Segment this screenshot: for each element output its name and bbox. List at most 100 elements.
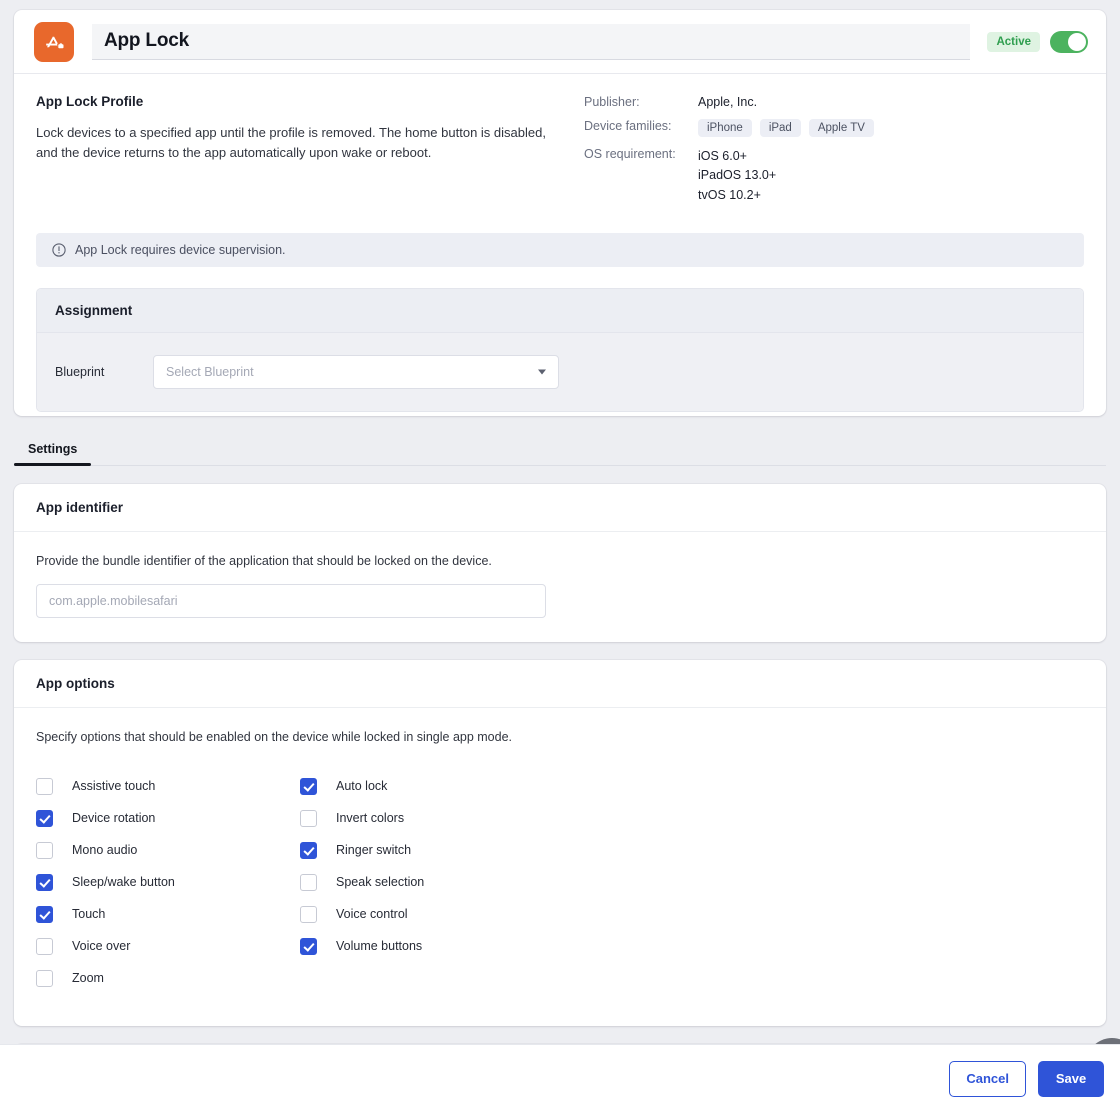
device-family-chip: iPad: [760, 119, 801, 137]
option-voice-control[interactable]: Voice control: [300, 898, 1084, 930]
save-button[interactable]: Save: [1038, 1061, 1104, 1097]
option-label: Voice over: [72, 939, 130, 953]
option-label: Mono audio: [72, 843, 137, 857]
assignment-body: Blueprint Select Blueprint: [37, 333, 1083, 411]
cancel-button[interactable]: Cancel: [949, 1061, 1026, 1097]
option-zoom[interactable]: Zoom: [36, 962, 300, 994]
app-identifier-title: App identifier: [36, 500, 123, 515]
option-invert-colors[interactable]: Invert colors: [300, 802, 1084, 834]
checkbox-sleep-wake-button[interactable]: [36, 874, 53, 891]
device-family-chips: iPhone iPad Apple TV: [698, 119, 874, 137]
app-options-title: App options: [36, 676, 115, 691]
option-label: Invert colors: [336, 811, 404, 825]
checkbox-mono-audio[interactable]: [36, 842, 53, 859]
action-bar: Cancel Save: [0, 1044, 1120, 1112]
option-sleep-wake-button[interactable]: Sleep/wake button: [36, 866, 300, 898]
checkbox-device-rotation[interactable]: [36, 810, 53, 827]
option-label: Auto lock: [336, 779, 387, 793]
app-identifier-card: App identifier Provide the bundle identi…: [14, 484, 1106, 642]
meta-row-publisher: Publisher: Apple, Inc.: [584, 95, 874, 109]
option-auto-lock[interactable]: Auto lock: [300, 770, 1084, 802]
profile-name-input[interactable]: App Lock: [92, 24, 970, 60]
app-options-right-column: Auto lock Invert colors Ringer switch Sp…: [300, 770, 1084, 994]
checkbox-touch[interactable]: [36, 906, 53, 923]
option-label: Device rotation: [72, 811, 155, 825]
checkbox-invert-colors[interactable]: [300, 810, 317, 827]
app-lock-icon: [34, 22, 74, 62]
app-options-left-column: Assistive touch Device rotation Mono aud…: [36, 770, 300, 994]
profile-area: App Lock Profile Lock devices to a speci…: [14, 74, 1106, 215]
blueprint-label: Blueprint: [55, 365, 153, 379]
checkbox-assistive-touch[interactable]: [36, 778, 53, 795]
os-requirement-value: tvOS 10.2+: [698, 186, 776, 205]
save-button-label: Save: [1056, 1071, 1086, 1086]
publisher-value: Apple, Inc.: [698, 95, 757, 109]
tab-settings[interactable]: Settings: [14, 442, 91, 465]
option-assistive-touch[interactable]: Assistive touch: [36, 770, 300, 802]
option-label: Ringer switch: [336, 843, 411, 857]
blueprint-select[interactable]: Select Blueprint: [153, 355, 559, 389]
app-options-description: Specify options that should be enabled o…: [36, 730, 1084, 744]
app-options-header: App options: [14, 660, 1106, 708]
blueprint-placeholder: Select Blueprint: [166, 365, 254, 379]
option-ringer-switch[interactable]: Ringer switch: [300, 834, 1084, 866]
os-requirement-label: OS requirement:: [584, 147, 698, 205]
option-label: Sleep/wake button: [72, 875, 175, 889]
assignment-title: Assignment: [55, 303, 132, 318]
supervision-notice-text: App Lock requires device supervision.: [75, 243, 286, 257]
option-label: Touch: [72, 907, 105, 921]
meta-row-device-families: Device families: iPhone iPad Apple TV: [584, 119, 874, 137]
tab-bar: Settings: [14, 428, 1106, 466]
option-label: Voice control: [336, 907, 408, 921]
meta-row-os-requirement: OS requirement: iOS 6.0+ iPadOS 13.0+ tv…: [584, 147, 874, 205]
profile-summary: App Lock Profile Lock devices to a speci…: [36, 94, 576, 215]
exclamation-circle-icon: [52, 243, 66, 257]
profile-description: Lock devices to a specified app until th…: [36, 123, 564, 163]
option-label: Assistive touch: [72, 779, 155, 793]
app-identifier-body: Provide the bundle identifier of the app…: [14, 532, 1106, 640]
profile-header-card: App Lock Active App Lock Profile Lock de…: [14, 10, 1106, 416]
device-family-chip: Apple TV: [809, 119, 874, 137]
device-families-label: Device families:: [584, 119, 698, 137]
checkbox-volume-buttons[interactable]: [300, 938, 317, 955]
profile-title: App Lock Profile: [36, 94, 576, 109]
tab-settings-label: Settings: [28, 442, 77, 456]
checkbox-auto-lock[interactable]: [300, 778, 317, 795]
status-badge: Active: [987, 32, 1040, 52]
option-voice-over[interactable]: Voice over: [36, 930, 300, 962]
app-identifier-header: App identifier: [14, 484, 1106, 532]
active-toggle[interactable]: [1050, 31, 1088, 53]
option-label: Speak selection: [336, 875, 424, 889]
option-speak-selection[interactable]: Speak selection: [300, 866, 1084, 898]
publisher-label: Publisher:: [584, 95, 698, 109]
page-title: App Lock: [104, 30, 189, 52]
supervision-notice: App Lock requires device supervision.: [36, 233, 1084, 267]
app-options-body: Specify options that should be enabled o…: [14, 708, 1106, 1016]
option-touch[interactable]: Touch: [36, 898, 300, 930]
os-requirement-value: iOS 6.0+: [698, 147, 776, 166]
option-mono-audio[interactable]: Mono audio: [36, 834, 300, 866]
profile-metadata: Publisher: Apple, Inc. Device families: …: [584, 94, 874, 215]
device-family-chip: iPhone: [698, 119, 752, 137]
bundle-identifier-placeholder: com.apple.mobilesafari: [49, 594, 178, 608]
chevron-down-icon: [538, 370, 546, 375]
checkbox-speak-selection[interactable]: [300, 874, 317, 891]
option-volume-buttons[interactable]: Volume buttons: [300, 930, 1084, 962]
checkbox-voice-over[interactable]: [36, 938, 53, 955]
toggle-knob: [1068, 33, 1086, 51]
option-label: Zoom: [72, 971, 104, 985]
app-lock-page: App Lock Active App Lock Profile Lock de…: [0, 0, 1120, 1112]
status-controls: Active: [987, 31, 1088, 53]
app-identifier-description: Provide the bundle identifier of the app…: [36, 554, 1084, 568]
cancel-button-label: Cancel: [966, 1071, 1009, 1086]
bundle-identifier-input[interactable]: com.apple.mobilesafari: [36, 584, 546, 618]
app-options-card: App options Specify options that should …: [14, 660, 1106, 1026]
option-label: Volume buttons: [336, 939, 422, 953]
assignment-header: Assignment: [37, 289, 1083, 333]
app-options-grid: Assistive touch Device rotation Mono aud…: [36, 770, 1084, 994]
checkbox-ringer-switch[interactable]: [300, 842, 317, 859]
option-device-rotation[interactable]: Device rotation: [36, 802, 300, 834]
title-row: App Lock Active: [14, 10, 1106, 74]
checkbox-zoom[interactable]: [36, 970, 53, 987]
checkbox-voice-control[interactable]: [300, 906, 317, 923]
